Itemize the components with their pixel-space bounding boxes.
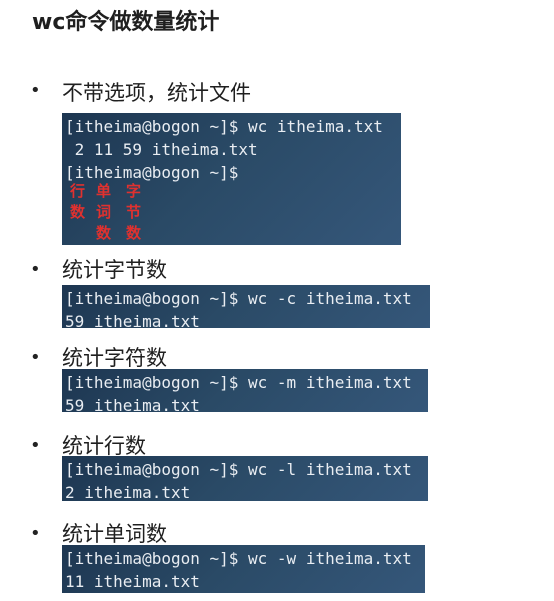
terminal-line: 59 itheima.txt bbox=[65, 396, 200, 412]
item-label-bytes: 统计字节数 bbox=[62, 258, 167, 282]
terminal-no-option: [itheima@bogon ~]$ wc itheima.txt 2 11 5… bbox=[62, 113, 401, 245]
bullet: • bbox=[30, 80, 41, 101]
terminal-line: [itheima@bogon ~]$ wc itheima.txt bbox=[65, 117, 383, 136]
page-title: wc命令做数量统计 bbox=[32, 10, 220, 35]
terminal-line: 59 itheima.txt bbox=[65, 312, 200, 328]
item-label-chars: 统计字符数 bbox=[62, 346, 167, 370]
terminal-line: 2 11 59 itheima.txt bbox=[65, 140, 258, 159]
terminal-lines: [itheima@bogon ~]$ wc -l itheima.txt 2 i… bbox=[62, 456, 428, 501]
terminal-line: [itheima@bogon ~]$ wc -w itheima.txt bbox=[65, 549, 412, 568]
terminal-line: 2 itheima.txt bbox=[65, 483, 191, 501]
terminal-line: [itheima@bogon ~]$ bbox=[65, 163, 239, 182]
terminal-line: 11 itheima.txt bbox=[65, 572, 200, 591]
terminal-words: [itheima@bogon ~]$ wc -w itheima.txt 11 … bbox=[62, 545, 425, 593]
bullet: • bbox=[30, 523, 41, 544]
annotation-line-count: 行 数 bbox=[70, 182, 86, 221]
bullet: • bbox=[30, 259, 41, 280]
bullet: • bbox=[30, 347, 41, 368]
bullet: • bbox=[30, 435, 41, 456]
annotation-byte-count: 字 节 数 bbox=[126, 182, 142, 242]
terminal-line: [itheima@bogon ~]$ wc -l itheima.txt bbox=[65, 460, 412, 479]
item-label-words: 统计单词数 bbox=[62, 522, 167, 546]
annotation-word-count: 单 词 数 bbox=[96, 182, 112, 242]
terminal-bytes: [itheima@bogon ~]$ wc -c itheima.txt 59 … bbox=[62, 285, 430, 328]
item-label-no-option: 不带选项，统计文件 bbox=[62, 81, 251, 105]
terminal-line: [itheima@bogon ~]$ wc -c itheima.txt bbox=[65, 289, 412, 308]
terminal-chars: [itheima@bogon ~]$ wc -m itheima.txt 59 … bbox=[62, 369, 428, 412]
terminal-line: [itheima@bogon ~]$ wc -m itheima.txt bbox=[65, 373, 412, 392]
